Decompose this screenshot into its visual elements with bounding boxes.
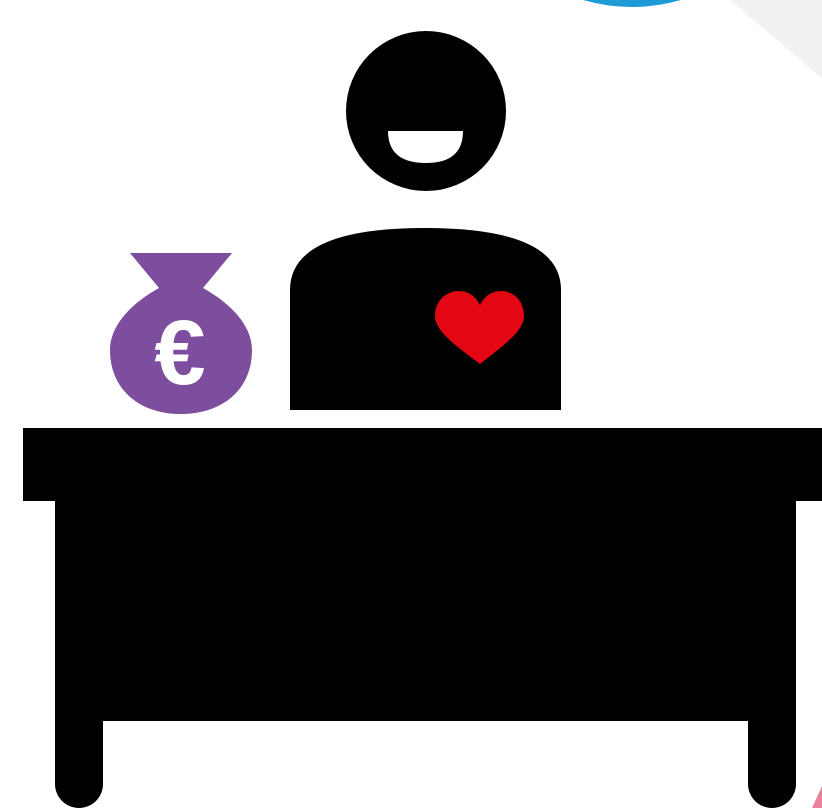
desk-top [23,428,822,501]
corner-blue-circle [583,0,681,7]
corner-pink-shape [812,786,822,808]
desk-leg-left-base [55,700,103,740]
illustration-canvas: € [0,0,822,808]
person-head [346,31,506,191]
person-at-desk-illustration: € [23,0,822,808]
desk-leg-right-base [748,700,796,740]
corner-grey-triangle [730,0,822,78]
money-bag-icon: € [110,253,252,414]
person-icon [290,31,561,410]
desk-body [55,500,796,721]
money-bag-symbol: € [154,302,205,404]
desk-icon [23,428,822,808]
